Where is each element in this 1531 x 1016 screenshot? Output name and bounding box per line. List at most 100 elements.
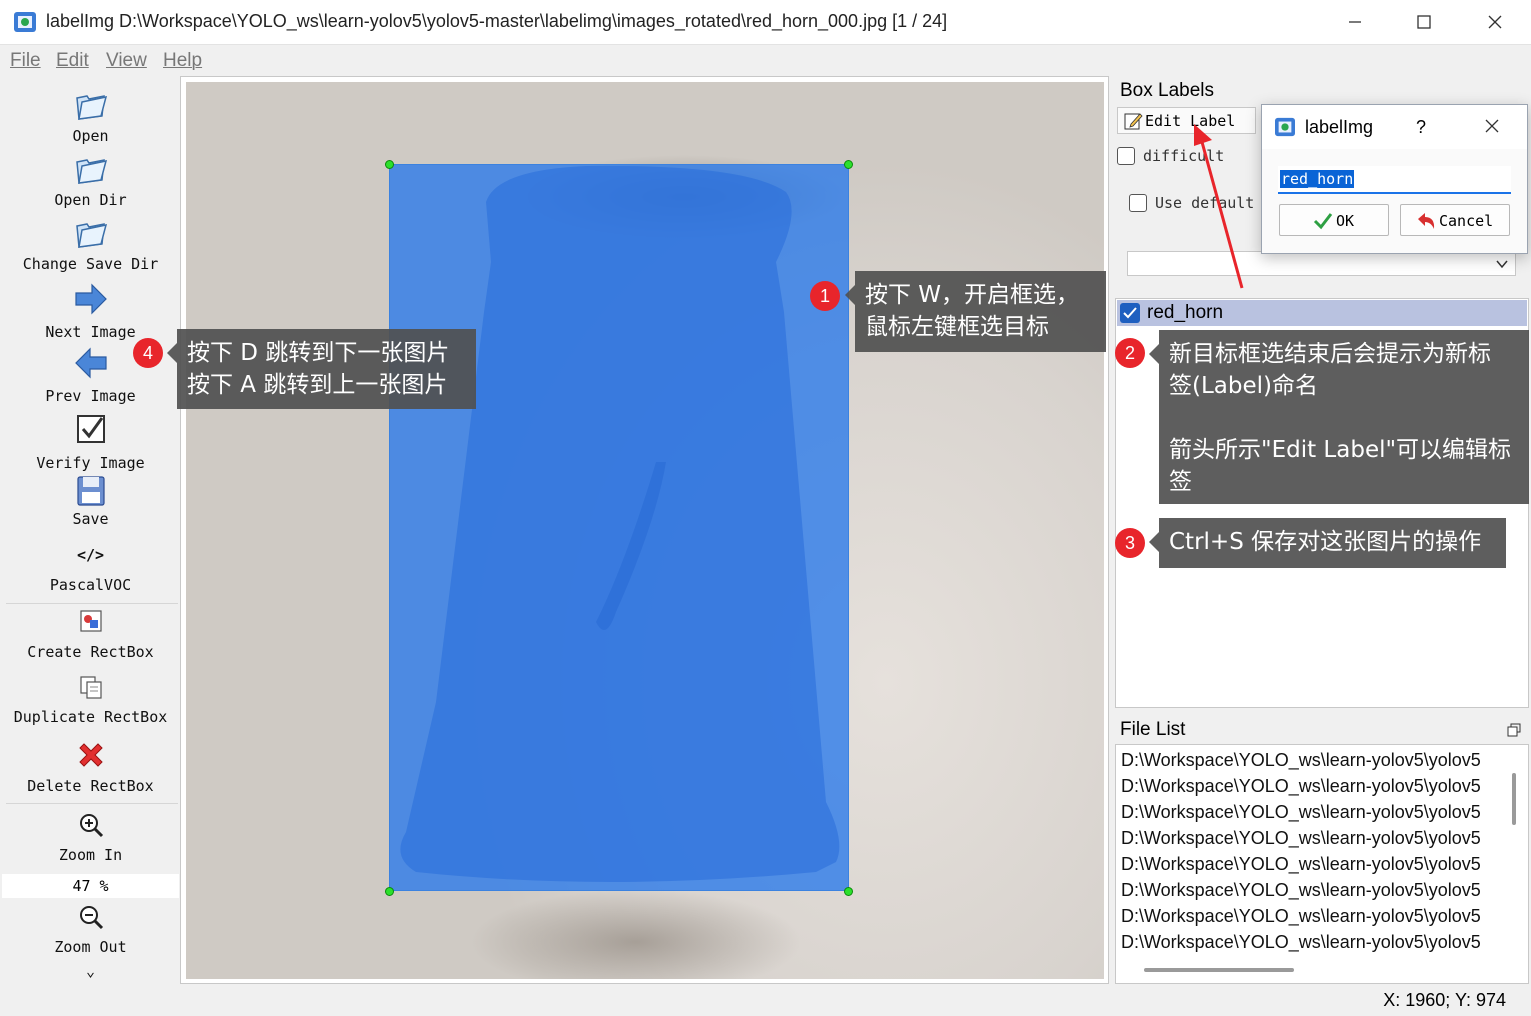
app-icon: [13, 11, 37, 33]
annotation-badge: 3: [1115, 528, 1145, 558]
file-list-item[interactable]: D:\Workspace\YOLO_ws\learn-yolov5\yolov5: [1121, 854, 1501, 875]
file-list-title: File List: [1120, 719, 1186, 740]
copy-icon: [78, 674, 104, 700]
cancel-button[interactable]: Cancel: [1400, 204, 1510, 236]
cancel-label: Cancel: [1439, 212, 1494, 230]
verify-image-label: Verify Image: [36, 454, 145, 472]
bounding-box[interactable]: [389, 164, 849, 891]
open-dir-label: Open Dir: [54, 191, 127, 209]
annotation-callout: 新目标框选结束后会提示为新标 签(Label)命名 箭头所示"Edit Labe…: [1149, 330, 1529, 504]
minimize-icon[interactable]: [1320, 0, 1390, 44]
folder-open-icon: [74, 216, 108, 250]
verify-image-button[interactable]: Verify Image: [2, 410, 179, 474]
bbox-handle[interactable]: [385, 160, 394, 169]
annotation-callout: Ctrl+S 保存对这张图片的操作: [1149, 518, 1506, 568]
zoom-in-button[interactable]: Zoom In: [2, 810, 179, 872]
box-labels-title: Box Labels: [1120, 80, 1215, 101]
menu-bar: File Edit View Help: [0, 45, 1531, 75]
float-window-icon[interactable]: [1506, 722, 1522, 742]
title-bar: labelImg D:\Workspace\YOLO_ws\learn-yolo…: [0, 0, 1531, 45]
label-name-value: red_horn: [1280, 170, 1355, 188]
annotation-badge: 1: [810, 281, 840, 311]
floppy-disk-icon: [74, 474, 108, 508]
chevron-down-icon: [1495, 256, 1509, 275]
window-title: labelImg D:\Workspace\YOLO_ws\learn-yolo…: [46, 11, 948, 31]
app-icon: [1274, 117, 1296, 141]
format-label: PascalVOC: [49, 576, 132, 594]
file-list-item[interactable]: D:\Workspace\YOLO_ws\learn-yolov5\yolov5: [1121, 880, 1501, 901]
zoom-in-icon: [78, 812, 104, 838]
undo-arrow-icon: [1415, 211, 1437, 235]
close-icon[interactable]: [1484, 118, 1500, 138]
change-save-dir-button[interactable]: Change Save Dir: [2, 216, 179, 280]
label-name-input[interactable]: red_horn: [1278, 166, 1511, 194]
file-list-item[interactable]: D:\Workspace\YOLO_ws\learn-yolov5\yolov5: [1121, 932, 1501, 953]
duplicate-rectbox-button[interactable]: Duplicate RectBox: [2, 674, 179, 736]
change-save-dir-label: Change Save Dir: [22, 255, 159, 273]
label-list-item[interactable]: red_horn: [1117, 300, 1527, 326]
difficult-checkbox[interactable]: [1117, 147, 1135, 165]
format-pascalvoc-button[interactable]: </> PascalVOC: [2, 542, 179, 602]
dialog-help-button[interactable]: ?: [1416, 117, 1426, 138]
horizontal-scrollbar[interactable]: [1144, 968, 1294, 972]
chevron-down-icon: ⌄: [85, 962, 96, 980]
code-icon: </>: [76, 546, 105, 564]
use-default-label-checkbox[interactable]: [1129, 194, 1147, 212]
folder-open-icon: [74, 152, 108, 186]
prev-image-label: Prev Image: [45, 387, 136, 405]
bbox-handle[interactable]: [844, 887, 853, 896]
toolbar: Open Open Dir Change Save Dir Next Image…: [2, 76, 179, 984]
file-list-item[interactable]: D:\Workspace\YOLO_ws\learn-yolov5\yolov5: [1121, 906, 1501, 927]
create-rectbox-button[interactable]: Create RectBox: [2, 608, 179, 670]
annotation-callout: 按下 D 跳转到下一张图片 按下 A 跳转到上一张图片: [167, 329, 476, 409]
vertical-scrollbar[interactable]: [1512, 773, 1516, 825]
close-icon[interactable]: [1460, 0, 1530, 44]
file-list-item[interactable]: D:\Workspace\YOLO_ws\learn-yolov5\yolov5: [1121, 750, 1501, 771]
open-label: Open: [72, 127, 109, 145]
zoom-out-icon: [78, 904, 104, 930]
folder-open-icon: [74, 88, 108, 122]
check-icon: [1313, 212, 1333, 234]
delete-rectbox-label: Delete RectBox: [27, 777, 154, 795]
dialog-title-bar: labelImg ?: [1262, 105, 1527, 149]
maximize-icon[interactable]: [1389, 0, 1459, 44]
menu-file[interactable]: File: [10, 50, 41, 72]
file-list: D:\Workspace\YOLO_ws\learn-yolov5\yolov5…: [1115, 744, 1529, 984]
zoom-out-label: Zoom Out: [54, 938, 127, 956]
duplicate-rectbox-label: Duplicate RectBox: [13, 708, 168, 726]
arrow-left-icon: [74, 346, 108, 380]
next-image-button[interactable]: Next Image: [2, 280, 179, 344]
annotation-badge: 2: [1115, 338, 1145, 368]
open-button[interactable]: Open: [2, 88, 179, 152]
annotation-callout: 按下 W，开启框选， 鼠标左键框选目标: [845, 271, 1106, 352]
file-list-item[interactable]: D:\Workspace\YOLO_ws\learn-yolov5\yolov5: [1121, 828, 1501, 849]
checkbox-checked-icon: [74, 412, 108, 446]
arrow-right-icon: [74, 282, 108, 316]
toolbar-more-button[interactable]: ⌄: [2, 962, 179, 984]
label-item-text: red_horn: [1147, 302, 1224, 323]
toolbar-separator: [6, 603, 178, 604]
create-rectbox-icon: [78, 608, 104, 634]
bbox-handle[interactable]: [844, 160, 853, 169]
file-list-item[interactable]: D:\Workspace\YOLO_ws\learn-yolov5\yolov5: [1121, 802, 1501, 823]
delete-x-icon: [76, 740, 106, 770]
edit-icon: [1123, 111, 1143, 135]
save-button[interactable]: Save: [2, 474, 179, 538]
annotation-badge: 4: [133, 338, 163, 368]
pointer-arrow: [1194, 124, 1244, 289]
status-bar: X: 1960; Y: 974: [0, 985, 1531, 1016]
menu-help[interactable]: Help: [163, 50, 202, 72]
create-rectbox-label: Create RectBox: [27, 643, 154, 661]
cursor-coordinates: X: 1960; Y: 974: [1383, 990, 1506, 1010]
zoom-out-button[interactable]: Zoom Out: [2, 902, 179, 964]
menu-view[interactable]: View: [106, 50, 147, 72]
ok-button[interactable]: OK: [1279, 204, 1389, 236]
open-dir-button[interactable]: Open Dir: [2, 152, 179, 216]
menu-edit[interactable]: Edit: [56, 50, 89, 72]
bbox-handle[interactable]: [385, 887, 394, 896]
dialog-title: labelImg: [1305, 117, 1374, 137]
zoom-value-field[interactable]: 47 %: [2, 874, 179, 898]
file-list-item[interactable]: D:\Workspace\YOLO_ws\learn-yolov5\yolov5: [1121, 776, 1501, 797]
delete-rectbox-button[interactable]: Delete RectBox: [2, 738, 179, 802]
checkbox-checked-icon[interactable]: [1120, 303, 1140, 323]
